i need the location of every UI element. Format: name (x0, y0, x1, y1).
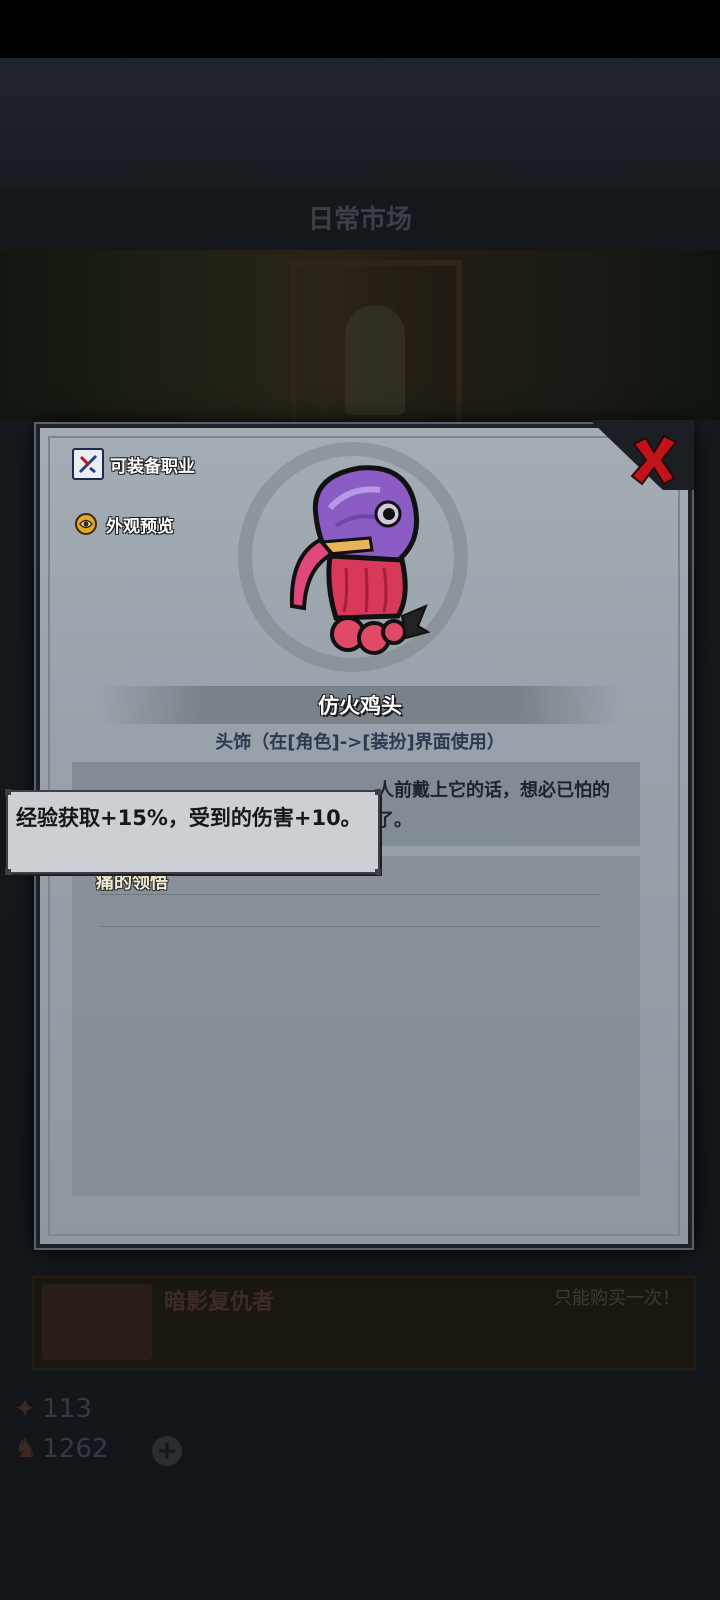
close-x-icon (630, 434, 678, 486)
shop-item-note: 只能购买一次！ (554, 1288, 680, 1309)
equippable-class-label: 可装备职业 (110, 456, 195, 477)
item-type: 头饰（在[角色]->[装扮]界面使用） (215, 732, 505, 753)
tooltip-corner (5, 869, 11, 875)
stat-icon: ✦ (14, 1394, 36, 1424)
tooltip-text: 经验获取+15%，受到的伤害+10。 (16, 806, 362, 830)
preview-icon (72, 510, 100, 538)
tooltip-corner (375, 789, 381, 795)
effect-box (72, 856, 640, 1196)
item-name: 仿火鸡头 (318, 694, 402, 718)
add-currency-button: + (152, 1436, 182, 1466)
close-button[interactable] (624, 430, 684, 490)
market-title: 日常市场 (307, 205, 412, 235)
stat-row-1: ✦ 113 (14, 1394, 92, 1424)
equippable-class-link[interactable]: 可装备职业 (72, 448, 195, 480)
description-text: 人前戴上它的话，想必已怕的了。 (376, 780, 610, 831)
merchant-figure (345, 305, 405, 415)
tooltip-corner (5, 789, 11, 795)
appearance-preview-link[interactable]: 外观预览 (72, 508, 174, 540)
divider (100, 894, 600, 895)
stat-value-2: 1262 (42, 1434, 109, 1464)
shop-item-image (42, 1284, 152, 1360)
stat-icon: ♞ (14, 1434, 38, 1464)
shop-item-title: 暗影复仇者 (164, 1290, 275, 1315)
turkey-head-icon (289, 465, 430, 655)
market-header: 日常市场 (0, 190, 720, 250)
tooltip-corner (375, 869, 381, 875)
divider (100, 926, 600, 927)
stat-value-1: 113 (42, 1394, 92, 1424)
shop-item-card: 暗影复仇者 只能购买一次！ (32, 1276, 696, 1370)
status-bar (0, 0, 720, 58)
appearance-preview-label: 外观预览 (106, 516, 174, 537)
effect-tooltip: 经验获取+15%，受到的伤害+10。 (5, 789, 381, 875)
class-icon (72, 448, 104, 480)
stat-row-2: ♞ 1262 (14, 1434, 108, 1464)
